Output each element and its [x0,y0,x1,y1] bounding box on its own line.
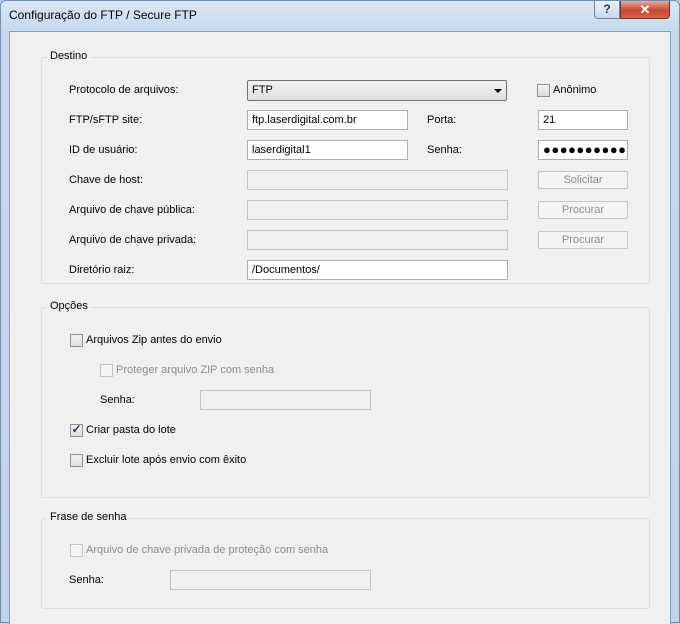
chave-host-label: Chave de host: [69,174,143,186]
diretorio-input[interactable]: /Documentos/ [247,260,508,280]
procurar-publica-button[interactable]: Procurar [538,201,628,219]
title-bar[interactable]: Configuração do FTP / Secure FTP ? ✕ [1,1,679,31]
protecao-checkbox[interactable] [70,544,83,557]
ftp-config-window: Configuração do FTP / Secure FTP ? ✕ Des… [0,0,680,624]
opcoes-group-label: Opções [47,300,91,312]
usuario-label: ID de usuário: [69,144,138,156]
procurar-privada-button[interactable]: Procurar [538,231,628,249]
window-title: Configuração do FTP / Secure FTP [9,8,197,22]
dropdown-arrow-icon [494,89,502,93]
chave-privada-label: Arquivo de chave privada: [69,234,197,246]
protecao-label: Arquivo de chave privada de proteção com… [86,544,329,556]
chave-publica-label: Arquivo de chave pública: [69,204,195,216]
criar-pasta-checkbox[interactable]: ✓ [70,422,83,437]
destino-group-label: Destino [47,50,91,62]
frase-group-label: Frase de senha [47,511,130,523]
close-button[interactable]: ✕ [620,1,670,19]
chave-host-input[interactable] [247,170,508,190]
excluir-lote-checkbox[interactable] [70,454,83,467]
diretorio-label: Diretório raiz: [69,264,135,276]
porta-label: Porta: [427,114,457,126]
frase-group: Frase de senha [41,511,650,609]
site-input[interactable]: ftp.laserdigital.com.br [247,110,408,130]
senha-zip-input[interactable] [200,390,371,410]
anonimo-label: Anônimo [553,84,597,96]
frase-senha-label: Senha: [69,574,104,586]
solicitar-button[interactable]: Solicitar [538,171,628,189]
criar-pasta-label: Criar pasta do lote [86,424,176,436]
protocolo-label: Protocolo de arquivos: [69,84,179,96]
chave-privada-input[interactable] [247,230,508,250]
chave-publica-input[interactable] [247,200,508,220]
dialog-body: Destino Protocolo de arquivos: FTP Anôni… [9,31,671,624]
frase-senha-input[interactable] [170,570,371,590]
porta-input[interactable]: 21 [538,110,628,130]
proteger-zip-checkbox[interactable] [100,364,113,377]
zip-label: Arquivos Zip antes do envio [86,334,222,346]
protocolo-value: FTP [252,84,273,96]
senha-input[interactable]: ●●●●●●●●●●●● [538,140,628,160]
senha-zip-label: Senha: [100,394,135,406]
excluir-lote-label: Excluir lote após envio com êxito [86,454,247,466]
anonimo-checkbox[interactable] [537,84,550,97]
site-label: FTP/sFTP site: [69,114,143,126]
help-button[interactable]: ? [594,1,620,19]
protocolo-select[interactable]: FTP [247,80,507,101]
senha-label: Senha: [427,144,462,156]
usuario-input[interactable]: laserdigital1 [247,140,408,160]
zip-checkbox[interactable] [70,334,83,347]
proteger-zip-label: Proteger arquivo ZIP com senha [116,364,275,376]
check-icon: ✓ [71,422,82,436]
